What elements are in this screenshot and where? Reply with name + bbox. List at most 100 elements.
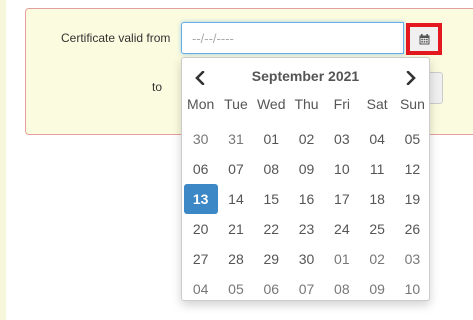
- day-number: 19: [404, 191, 421, 207]
- day-number: 26: [404, 221, 421, 237]
- day-cell[interactable]: 07: [218, 154, 253, 184]
- day-number: 22: [263, 221, 280, 237]
- day-number: 18: [369, 191, 385, 207]
- day-cell[interactable]: 12: [395, 154, 430, 184]
- calendar-grid: Mon Tue Wed Thu Fri Sat Sun 30 31 01 02 03 04 05 06 07 0…: [183, 94, 430, 304]
- day-number: 08: [263, 161, 280, 177]
- weekday-header: Sun: [399, 96, 425, 112]
- day-number: 03: [404, 251, 421, 267]
- datepicker-header: September 2021: [182, 66, 429, 88]
- day-cell[interactable]: 08: [254, 154, 289, 184]
- day-number: 14: [228, 191, 244, 207]
- day-number: 09: [298, 161, 315, 177]
- day-number: 13: [183, 184, 218, 214]
- day-number: 10: [334, 161, 350, 177]
- day-cell[interactable]: 15: [254, 184, 289, 214]
- weekday-header: Wed: [256, 96, 286, 112]
- day-number: 24: [334, 221, 350, 237]
- day-cell[interactable]: 22: [254, 214, 289, 244]
- day-number: 31: [228, 131, 244, 147]
- day-cell[interactable]: 25: [359, 214, 394, 244]
- day-cell[interactable]: 18: [359, 184, 394, 214]
- day-cell[interactable]: 03: [324, 124, 359, 154]
- weekday-header: Tue: [224, 96, 248, 112]
- datepicker-popup: September 2021 Mon Tue Wed Thu Fri Sat Sun 30 31…: [181, 57, 430, 301]
- day-cell[interactable]: 20: [183, 214, 218, 244]
- day-number: 16: [298, 191, 315, 207]
- day-cell[interactable]: 30: [183, 124, 218, 154]
- day-cell[interactable]: 17: [324, 184, 359, 214]
- day-number: 10: [404, 281, 421, 297]
- valid-from-label: Certificate valid from: [61, 31, 171, 45]
- day-number: 06: [192, 161, 209, 177]
- weekday-header: Mon: [187, 96, 215, 112]
- day-cell[interactable]: 02: [289, 124, 324, 154]
- day-cell[interactable]: 21: [218, 214, 253, 244]
- day-cell[interactable]: 06: [183, 154, 218, 184]
- valid-from-date-input[interactable]: [181, 22, 404, 54]
- weekday-header: Fri: [333, 96, 350, 112]
- day-cell[interactable]: 01: [254, 124, 289, 154]
- day-cell[interactable]: 01: [324, 244, 359, 274]
- day-cell[interactable]: 06: [254, 274, 289, 304]
- day-cell[interactable]: 09: [359, 274, 394, 304]
- day-cell[interactable]: 24: [324, 214, 359, 244]
- day-number: 01: [334, 251, 350, 267]
- day-number: 28: [228, 251, 244, 267]
- day-cell[interactable]: 16: [289, 184, 324, 214]
- day-cell[interactable]: 30: [289, 244, 324, 274]
- day-number: 05: [404, 131, 421, 147]
- day-number: 11: [369, 161, 385, 177]
- day-cell[interactable]: 11: [359, 154, 394, 184]
- day-number: 23: [298, 221, 315, 237]
- valid-to-calendar-button[interactable]: [429, 72, 443, 104]
- day-number: 29: [263, 251, 280, 267]
- day-cell[interactable]: 29: [254, 244, 289, 274]
- day-cell[interactable]: 19: [395, 184, 430, 214]
- day-cell[interactable]: 07: [289, 274, 324, 304]
- day-cell[interactable]: 05: [395, 124, 430, 154]
- day-cell[interactable]: 27: [183, 244, 218, 274]
- day-number: 04: [192, 281, 209, 297]
- day-number: 05: [228, 281, 244, 297]
- day-number: 02: [298, 131, 315, 147]
- day-cell[interactable]: 10: [324, 154, 359, 184]
- calendar-toggle-button[interactable]: [406, 23, 442, 55]
- day-number: 21: [228, 221, 244, 237]
- day-number: 06: [263, 281, 280, 297]
- day-number: 02: [369, 251, 385, 267]
- day-cell[interactable]: 04: [183, 274, 218, 304]
- day-number: 25: [369, 221, 385, 237]
- day-cell[interactable]: 23: [289, 214, 324, 244]
- day-number: 30: [298, 251, 315, 267]
- left-edge-strip: [0, 0, 6, 320]
- day-cell[interactable]: 14: [218, 184, 253, 214]
- day-number: 12: [404, 161, 421, 177]
- day-number: 09: [369, 281, 385, 297]
- day-cell[interactable]: 28: [218, 244, 253, 274]
- day-cell[interactable]: 02: [359, 244, 394, 274]
- day-number: 07: [298, 281, 315, 297]
- calendar-icon: [419, 33, 429, 44]
- day-cell[interactable]: 10: [395, 274, 430, 304]
- day-number: 08: [334, 281, 350, 297]
- day-number: 07: [228, 161, 244, 177]
- month-title[interactable]: September 2021: [182, 68, 429, 84]
- day-cell[interactable]: 03: [395, 244, 430, 274]
- next-month-button[interactable]: [401, 68, 421, 88]
- day-cell[interactable]: 05: [218, 274, 253, 304]
- day-cell[interactable]: 26: [395, 214, 430, 244]
- day-number: 04: [369, 131, 385, 147]
- chevron-right-icon: [406, 71, 416, 85]
- day-number: 03: [334, 131, 350, 147]
- day-number: 30: [192, 131, 209, 147]
- day-cell[interactable]: 09: [289, 154, 324, 184]
- day-number: 17: [334, 191, 350, 207]
- day-cell[interactable]: 08: [324, 274, 359, 304]
- selected-day-cell[interactable]: 13: [183, 184, 218, 214]
- day-cell[interactable]: 31: [218, 124, 253, 154]
- weekday-header: Sat: [366, 96, 388, 112]
- day-number: 20: [192, 221, 209, 237]
- day-number: 27: [192, 251, 209, 267]
- day-cell[interactable]: 04: [359, 124, 394, 154]
